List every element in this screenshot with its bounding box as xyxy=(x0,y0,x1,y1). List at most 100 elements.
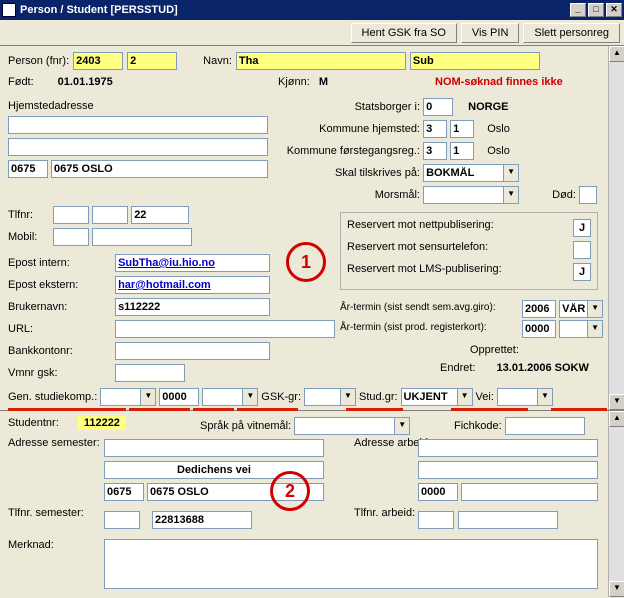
reservert-nett-input[interactable] xyxy=(573,219,591,237)
tlf-sem1-input[interactable] xyxy=(104,511,140,529)
fnr1-input[interactable] xyxy=(73,52,123,70)
reservert-nett-label: Reservert mot nettpublisering: xyxy=(347,219,494,237)
vmnr-label: Vmnr gsk: xyxy=(8,367,112,379)
annotation-1: 1 xyxy=(286,242,326,282)
vei-input[interactable] xyxy=(497,388,537,406)
minimize-button[interactable]: _ xyxy=(570,3,586,17)
hent-gsk-button[interactable]: Hent GSK fra SO xyxy=(351,23,457,43)
chevron-down-icon[interactable]: ▼ xyxy=(140,388,156,406)
tlf3-input[interactable] xyxy=(131,206,189,224)
komm-f-navn: Oslo xyxy=(487,145,510,157)
chevron-down-icon[interactable]: ▼ xyxy=(587,320,603,338)
maximize-button[interactable]: □ xyxy=(588,3,604,17)
tlf-sem2-input[interactable] xyxy=(152,511,252,529)
bank-input[interactable] xyxy=(115,342,270,360)
kjonn-value: M xyxy=(319,76,328,88)
adr-sem2-input[interactable] xyxy=(104,461,324,479)
chevron-down-icon[interactable]: ▼ xyxy=(537,388,553,406)
merknad-label: Merknad: xyxy=(8,539,54,551)
stud-gr-input[interactable] xyxy=(401,388,457,406)
adr-arb-postnr-input[interactable] xyxy=(418,483,458,501)
reservert-sensur-input[interactable] xyxy=(573,241,591,259)
adr-sem-postnr-input[interactable] xyxy=(104,483,144,501)
komm-f2-input[interactable] xyxy=(450,142,474,160)
komm-hjem1-input[interactable] xyxy=(423,120,447,138)
app-icon xyxy=(2,3,16,17)
chevron-down-icon[interactable]: ▼ xyxy=(503,164,519,182)
gen-studiekomp3-input[interactable] xyxy=(202,388,242,406)
adresse-arb-label: Adresse arbeid: xyxy=(354,437,420,449)
fodt-value: 01.01.1975 xyxy=(58,76,113,88)
chevron-down-icon[interactable]: ▼ xyxy=(503,186,519,204)
chevron-down-icon[interactable]: ▼ xyxy=(242,388,258,406)
scrollbar-lower[interactable]: ▲ ▼ xyxy=(608,411,624,597)
epost-int-input[interactable] xyxy=(115,254,270,272)
regkort-ar-input[interactable] xyxy=(522,320,556,338)
vmnr-input[interactable] xyxy=(115,364,185,382)
mobil2-input[interactable] xyxy=(92,228,192,246)
regkort-term-input[interactable] xyxy=(559,320,587,338)
komm-hjem-label: Kommune hjemsted: xyxy=(280,123,420,135)
adr-arb2-input[interactable] xyxy=(418,461,598,479)
tlfnr-label: Tlfnr: xyxy=(8,209,50,221)
gen-studiekomp1-input[interactable] xyxy=(100,388,140,406)
gsk-gr-input[interactable] xyxy=(304,388,340,406)
hjemadresse2-input[interactable] xyxy=(8,138,268,156)
merknad-textarea[interactable] xyxy=(104,539,598,589)
epost-ekst-input[interactable] xyxy=(115,276,270,294)
adr-arb1-input[interactable] xyxy=(418,439,598,457)
vis-pin-button[interactable]: Vis PIN xyxy=(461,23,519,43)
reservasjon-group: Reservert mot nettpublisering: Reservert… xyxy=(340,212,598,290)
chevron-down-icon[interactable]: ▼ xyxy=(587,300,603,318)
brukernavn-input[interactable] xyxy=(115,298,270,316)
scroll-up-icon[interactable]: ▲ xyxy=(609,411,624,427)
dod-label: Død: xyxy=(552,189,576,201)
chevron-down-icon[interactable]: ▼ xyxy=(394,417,410,435)
morsmal-input[interactable] xyxy=(423,186,503,204)
hjemsted-label: Hjemstedadresse xyxy=(8,100,94,112)
chevron-down-icon[interactable]: ▼ xyxy=(340,388,356,406)
adr-arb-poststed-input[interactable] xyxy=(461,483,598,501)
komm-hjem2-input[interactable] xyxy=(450,120,474,138)
scrollbar-upper[interactable]: ▲ ▼ xyxy=(608,46,624,410)
sprak-input[interactable] xyxy=(294,417,394,435)
tlf-arb1-input[interactable] xyxy=(418,511,454,529)
scroll-up-icon[interactable]: ▲ xyxy=(609,46,624,62)
fichkode-input[interactable] xyxy=(505,417,585,435)
gen-studiekomp2-input[interactable] xyxy=(159,388,199,406)
hjem-postnr-input[interactable] xyxy=(8,160,48,178)
scroll-down-icon[interactable]: ▼ xyxy=(609,581,624,597)
close-button[interactable]: ✕ xyxy=(606,3,622,17)
tlf1-input[interactable] xyxy=(53,206,89,224)
chevron-down-icon[interactable]: ▼ xyxy=(457,388,473,406)
dod-input[interactable] xyxy=(579,186,597,204)
scroll-down-icon[interactable]: ▼ xyxy=(609,394,624,410)
mobil1-input[interactable] xyxy=(53,228,89,246)
epost-ekst-label: Epost ekstern: xyxy=(8,279,112,291)
fnr2-input[interactable] xyxy=(127,52,177,70)
tilskrives-input[interactable] xyxy=(423,164,503,182)
tlf2-input[interactable] xyxy=(92,206,128,224)
hjem-poststed-input[interactable] xyxy=(51,160,268,178)
reservert-lms-input[interactable] xyxy=(573,263,591,281)
tlf-arb2-input[interactable] xyxy=(458,511,558,529)
mobil-label: Mobil: xyxy=(8,231,50,243)
navn2-input[interactable] xyxy=(410,52,540,70)
window-title: Person / Student [PERSSTUD] xyxy=(20,4,570,16)
adresse-sem-label: Adresse semester: xyxy=(8,437,74,449)
nom-warning: NOM-søknad finnes ikke xyxy=(435,76,563,88)
statsborger-kode-input[interactable] xyxy=(423,98,453,116)
adr-sem-poststed-input[interactable] xyxy=(147,483,324,501)
url-input[interactable] xyxy=(115,320,335,338)
adr-sem1-input[interactable] xyxy=(104,439,324,457)
navn1-input[interactable] xyxy=(236,52,406,70)
komm-f1-input[interactable] xyxy=(423,142,447,160)
hjemadresse1-input[interactable] xyxy=(8,116,268,134)
opprettet-label: Opprettet: xyxy=(470,344,519,356)
slett-personreg-button[interactable]: Slett personreg xyxy=(523,23,620,43)
statsborger-label: Statsborger i: xyxy=(300,101,420,113)
gen-studiekomp-label: Gen. studiekomp.: xyxy=(8,391,97,403)
semavg-term-input[interactable] xyxy=(559,300,587,318)
tlf-sem-label: Tlfnr. semester: xyxy=(8,507,74,519)
semavg-ar-input[interactable] xyxy=(522,300,556,318)
